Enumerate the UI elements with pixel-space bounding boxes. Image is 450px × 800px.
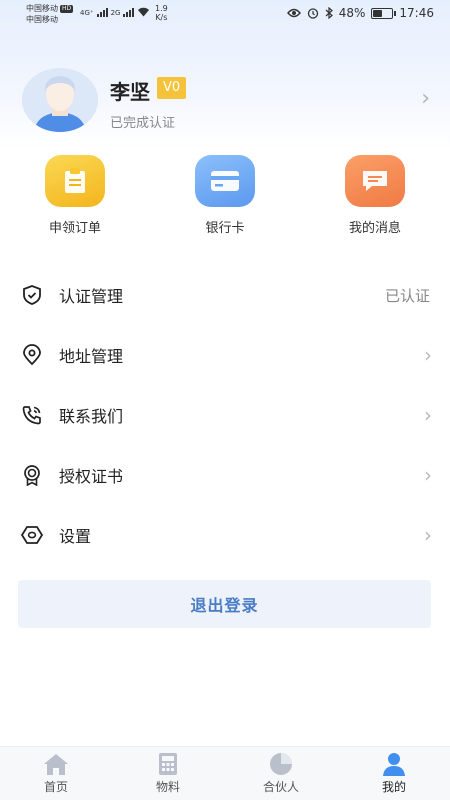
nav-partners[interactable]: 合伙人 — [241, 751, 321, 795]
profile-header[interactable]: 李坚 V0 已完成认证 › — [0, 62, 450, 132]
speed-value: 1.9 — [155, 4, 168, 13]
nav-home[interactable]: 首页 — [16, 751, 96, 795]
status-right: 48% 17:46 — [286, 6, 434, 20]
verification-status: 已认证 — [384, 286, 430, 305]
bluetooth-icon — [325, 7, 333, 19]
signal-icon-2 — [123, 7, 135, 17]
nav-label: 物料 — [155, 780, 180, 794]
logout-button[interactable]: 退出登录 — [18, 580, 431, 628]
carrier-1: 中国移动 — [26, 4, 58, 13]
wifi-icon — [138, 7, 150, 17]
battery-fill — [373, 9, 382, 17]
chevron-right-icon: › — [424, 523, 432, 547]
calculator-icon — [128, 751, 208, 777]
menu-label: 授权证书 — [59, 467, 124, 486]
nav-mine[interactable]: 我的 — [354, 751, 434, 795]
bank-card-icon — [195, 155, 255, 207]
nav-materials[interactable]: 物料 — [128, 751, 208, 795]
battery-percent: 48% — [338, 6, 366, 20]
chevron-right-icon: › — [421, 86, 430, 111]
home-icon — [16, 751, 96, 777]
menu-item-certificate[interactable]: 授权证书 › — [0, 445, 450, 505]
menu-label: 设置 — [59, 527, 92, 546]
menu-label: 认证管理 — [59, 287, 124, 306]
battery-icon — [371, 7, 397, 19]
menu-item-verification[interactable]: 认证管理 已认证 — [0, 265, 450, 325]
chevron-right-icon: › — [424, 343, 432, 367]
bottom-nav: 首页 物料 合伙人 我的 — [0, 746, 450, 800]
chevron-right-icon: › — [424, 463, 432, 487]
carrier-2: 中国移动 — [26, 15, 58, 24]
quick-action-label: 申领订单 — [48, 221, 101, 236]
shield-check-icon — [20, 283, 44, 307]
nav-label: 首页 — [43, 780, 68, 794]
alarm-icon — [307, 8, 318, 19]
menu-item-settings[interactable]: 设置 › — [0, 505, 450, 565]
quick-action-bank-card[interactable]: 银行卡 — [165, 155, 285, 236]
quick-action-messages[interactable]: 我的消息 — [315, 155, 435, 236]
menu-label: 联系我们 — [59, 407, 124, 426]
user-icon — [354, 751, 434, 777]
quick-action-label: 我的消息 — [348, 221, 401, 236]
signal-icon — [96, 7, 108, 17]
location-pin-icon — [20, 343, 44, 367]
quick-action-orders[interactable]: 申领订单 — [15, 155, 135, 236]
clock: 17:46 — [399, 6, 434, 20]
network-icons: 4G⁺ 2G — [80, 7, 150, 17]
clipboard-icon — [45, 155, 105, 207]
network-speed: 1.9 K/s — [155, 4, 168, 22]
menu-label: 地址管理 — [59, 347, 124, 366]
quick-actions: 申领订单 银行卡 我的消息 — [0, 155, 450, 245]
user-name: 李坚 — [110, 80, 150, 104]
menu-item-contact[interactable]: 联系我们 › — [0, 385, 450, 445]
status-bar: 中国移动 HD 中国移动 4G⁺ 2G 1.9 K/s 48% 17:46 — [0, 0, 450, 30]
nav-label: 合伙人 — [262, 780, 299, 794]
carrier-info: 中国移动 HD 中国移动 — [26, 3, 74, 25]
chevron-right-icon: › — [424, 403, 432, 427]
nav-label: 我的 — [381, 780, 406, 794]
avatar[interactable] — [22, 68, 98, 132]
auth-status: 已完成认证 — [110, 116, 176, 131]
net-type-2: 2G — [110, 9, 121, 17]
settings-menu: 认证管理 已认证 地址管理 › 联系我们 › 授权证书 › 设置 › — [0, 265, 450, 565]
menu-item-address[interactable]: 地址管理 › — [0, 325, 450, 385]
phone-call-icon — [20, 403, 44, 427]
quick-action-label: 银行卡 — [205, 221, 245, 236]
net-type-1: 4G⁺ — [80, 9, 94, 17]
avatar-person-icon — [22, 68, 98, 132]
level-badge: V0 — [157, 77, 187, 99]
pie-chart-icon — [241, 751, 321, 777]
hd-badge: HD — [60, 4, 74, 13]
certificate-icon — [20, 463, 44, 487]
message-icon — [345, 155, 405, 207]
speed-unit: K/s — [155, 13, 168, 22]
eye-icon — [286, 8, 301, 18]
settings-hex-icon — [20, 523, 44, 547]
